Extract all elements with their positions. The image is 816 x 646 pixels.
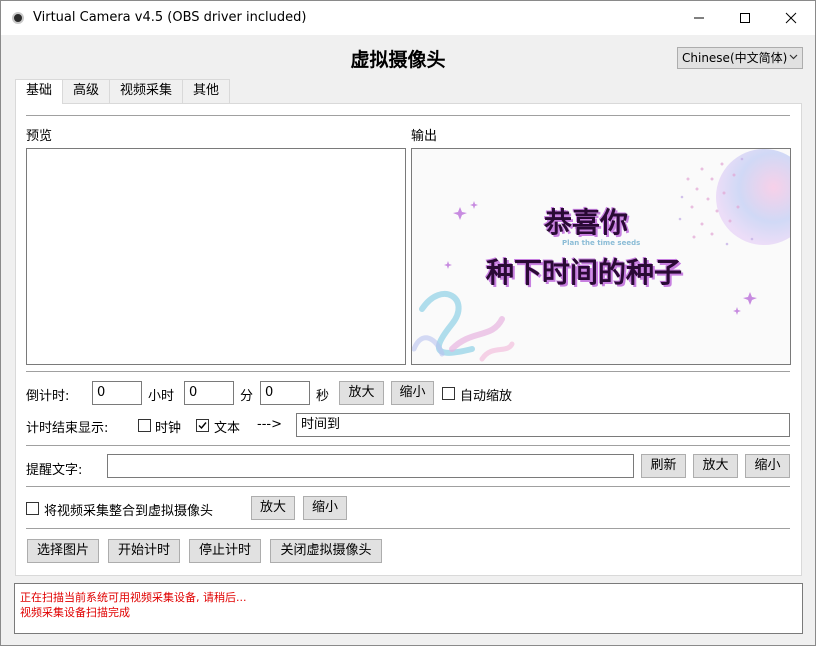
select-image-button[interactable]: 选择图片 <box>27 539 99 563</box>
divider <box>26 371 790 372</box>
output-label: 输出 <box>411 129 438 144</box>
text-label: 文本 <box>214 421 241 436</box>
integrate-label: 将视频采集整合到虚拟摄像头 <box>44 504 214 519</box>
camera-app-icon <box>12 12 24 24</box>
end-text-input[interactable]: 时间到 <box>296 413 790 437</box>
maximize-button[interactable] <box>722 1 768 35</box>
stop-timer-button[interactable]: 停止计时 <box>189 539 261 563</box>
countdown-zoom-in-button[interactable]: 放大 <box>339 381 384 405</box>
text-checkbox[interactable] <box>196 419 209 432</box>
chevron-down-icon <box>789 54 798 60</box>
seconds-unit: 秒 <box>316 389 330 404</box>
status-line: 正在扫描当前系统可用视频采集设备, 请稍后... <box>20 591 247 604</box>
minimize-button[interactable] <box>676 1 722 35</box>
close-window-button[interactable] <box>768 1 814 35</box>
window-title: Virtual Camera v4.5 (OBS driver included… <box>33 10 307 25</box>
tab-bar: 基础 高级 视频采集 其他 <box>15 79 231 104</box>
integrate-zoom-out-button[interactable]: 缩小 <box>303 496 347 520</box>
title-bar[interactable]: Virtual Camera v4.5 (OBS driver included… <box>1 1 815 35</box>
minutes-input[interactable]: 0 <box>184 381 234 405</box>
output-subtitle: Plan the time seeds <box>562 239 641 247</box>
page-title: 虚拟摄像头 <box>350 49 446 71</box>
start-timer-button[interactable]: 开始计时 <box>108 539 180 563</box>
reminder-zoom-out-button[interactable]: 缩小 <box>745 454 790 478</box>
app-window: Virtual Camera v4.5 (OBS driver included… <box>0 0 816 646</box>
divider <box>26 528 790 529</box>
preview-area <box>26 148 406 365</box>
tab-other[interactable]: 其他 <box>182 79 231 103</box>
integrate-zoom-in-button[interactable]: 放大 <box>251 496 295 520</box>
output-tagline: 种下时间的种子 <box>486 256 683 289</box>
end-display-label: 计时结束显示: <box>26 421 109 436</box>
clock-checkbox[interactable] <box>138 419 151 432</box>
reminder-label: 提醒文字: <box>26 463 83 478</box>
checkmark-icon <box>198 422 207 430</box>
preview-label: 预览 <box>26 129 53 144</box>
countdown-zoom-out-button[interactable]: 缩小 <box>391 381 434 405</box>
tab-video-capture[interactable]: 视频采集 <box>109 79 184 103</box>
close-icon <box>785 12 797 24</box>
countdown-label: 倒计时: <box>26 389 70 404</box>
reminder-zoom-in-button[interactable]: 放大 <box>693 454 738 478</box>
auto-scale-label: 自动缩放 <box>460 389 513 404</box>
hours-unit: 小时 <box>148 389 175 404</box>
divider <box>26 115 790 116</box>
status-line: 视频采集设备扫描完成 <box>20 606 130 619</box>
arrow-label: ---> <box>257 417 282 432</box>
maximize-icon <box>740 13 750 23</box>
integrate-checkbox[interactable] <box>26 502 39 515</box>
reminder-input[interactable] <box>107 454 634 478</box>
auto-scale-checkbox[interactable] <box>442 387 455 400</box>
divider <box>26 445 790 446</box>
clock-label: 时钟 <box>155 421 182 436</box>
minimize-icon <box>694 17 704 19</box>
tab-basic[interactable]: 基础 <box>15 79 64 104</box>
divider <box>26 486 790 487</box>
language-select[interactable]: Chinese(中文简体) <box>677 47 803 69</box>
seconds-input[interactable]: 0 <box>260 381 310 405</box>
output-area: 恭喜你 Plan the time seeds 种下时间的种子 <box>411 148 791 365</box>
hours-input[interactable]: 0 <box>92 381 142 405</box>
language-select-value: Chinese(中文简体) <box>682 51 788 65</box>
status-log[interactable]: 正在扫描当前系统可用视频采集设备, 请稍后... 视频采集设备扫描完成 <box>14 583 803 634</box>
minutes-unit: 分 <box>240 389 254 404</box>
refresh-button[interactable]: 刷新 <box>641 454 686 478</box>
close-virtual-camera-button[interactable]: 关闭虚拟摄像头 <box>270 539 382 563</box>
output-headline: 恭喜你 <box>544 206 629 239</box>
tab-advanced[interactable]: 高级 <box>62 79 111 103</box>
